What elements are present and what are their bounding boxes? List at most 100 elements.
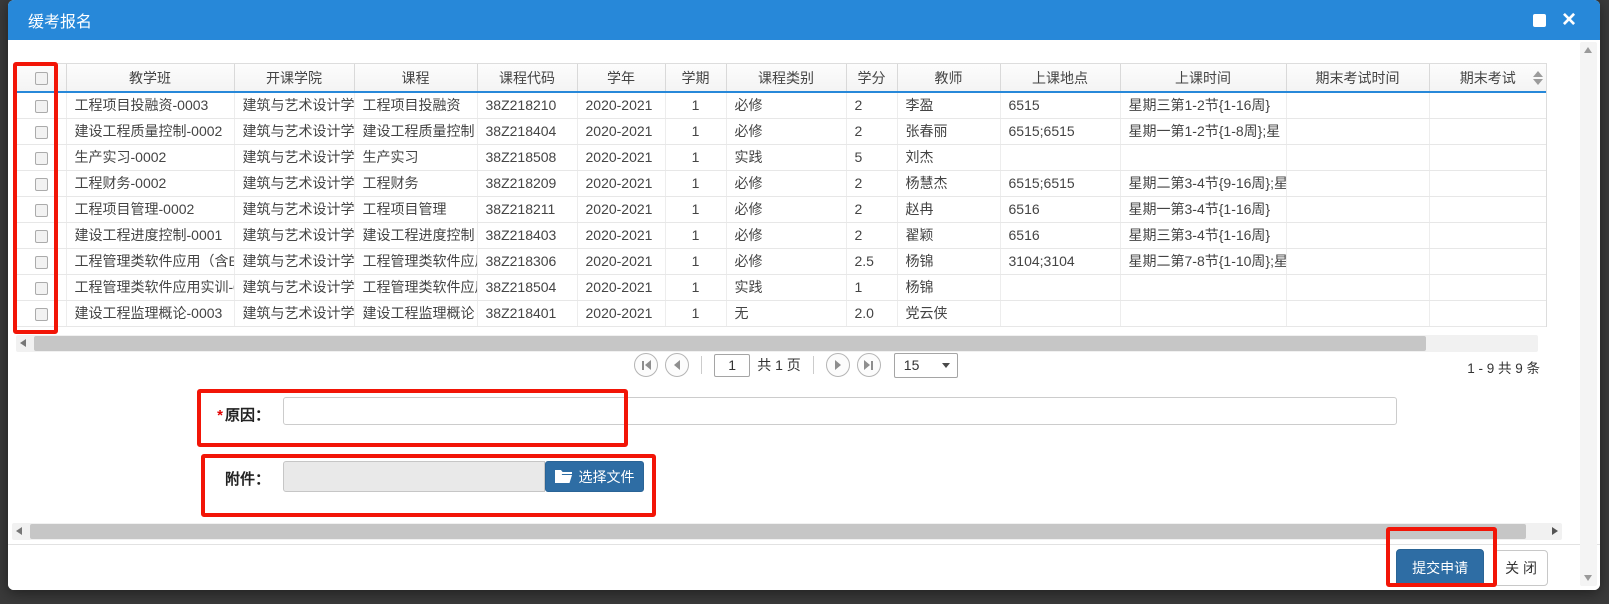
column-header-final_exam_time[interactable]: 期末考试时间: [1286, 64, 1429, 92]
row-checkbox[interactable]: [35, 282, 48, 295]
scroll-left-icon[interactable]: [16, 527, 22, 535]
scroll-down-icon[interactable]: [1584, 575, 1592, 581]
column-header-label: 期末考试: [1460, 70, 1516, 86]
cell-college: 建筑与艺术设计学院: [234, 118, 354, 144]
cell-year: 2020-2021: [577, 170, 665, 196]
sort-carets-icon[interactable]: [1533, 71, 1543, 85]
page-size-select[interactable]: 15: [894, 353, 958, 378]
cell-term: 1: [665, 92, 726, 118]
column-header-course_code[interactable]: 课程代码: [477, 64, 577, 92]
row-checkbox[interactable]: [35, 308, 48, 321]
cell-term: 1: [665, 248, 726, 274]
column-header-term[interactable]: 学期: [665, 64, 726, 92]
dialog-scrollbar-thumb[interactable]: [30, 524, 1526, 539]
select-all-checkbox[interactable]: [35, 72, 48, 85]
attachment-input[interactable]: [283, 461, 545, 492]
cell-course: 工程财务: [354, 170, 477, 196]
row-select-cell: [17, 92, 66, 118]
cell-final_exam_place: [1429, 300, 1546, 326]
column-header-final_exam_place[interactable]: 期末考试: [1429, 64, 1546, 92]
column-header-college[interactable]: 开课学院: [234, 64, 354, 92]
scroll-right-icon[interactable]: [1552, 527, 1558, 535]
deferred-exam-dialog: 缓考报名 × 教学班 开课学院 课程 课程代码 学年 学期课程类别学分 教师 上课地点上课时间…: [8, 0, 1600, 590]
cell-teacher: 张春丽: [897, 118, 1000, 144]
row-checkbox[interactable]: [35, 204, 48, 217]
cell-term: 1: [665, 196, 726, 222]
dropdown-arrow-icon: [942, 363, 950, 368]
table-row: 建设工程质量控制-0002建筑与艺术设计学院建设工程质量控制38Z2184042…: [17, 118, 1546, 144]
scroll-up-icon[interactable]: [1584, 47, 1592, 53]
course-table: 教学班 开课学院 课程 课程代码 学年 学期课程类别学分 教师 上课地点上课时间期末考试时间 期…: [16, 63, 1547, 327]
next-page-button[interactable]: [826, 353, 850, 377]
cell-credit: 2: [846, 118, 897, 144]
cell-final_exam_time: [1286, 170, 1429, 196]
cell-teacher: 李盈: [897, 92, 1000, 118]
dialog-vertical-scrollbar[interactable]: [1580, 42, 1597, 586]
table-row: 工程项目投融资-0003建筑与艺术设计学院工程项目投融资38Z218210202…: [17, 92, 1546, 118]
page-number-input[interactable]: [714, 354, 750, 377]
row-checkbox[interactable]: [35, 126, 48, 139]
table-row: 建设工程监理概论-0003建筑与艺术设计学院建设工程监理概论38Z2184012…: [17, 300, 1546, 326]
row-checkbox[interactable]: [35, 256, 48, 269]
submit-application-button[interactable]: 提交申请: [1396, 549, 1484, 587]
cell-course_type: 无: [726, 300, 846, 326]
cell-final_exam_place: [1429, 248, 1546, 274]
column-header-label: 学年: [607, 70, 635, 86]
cell-time: [1120, 300, 1286, 326]
cell-location: 6516: [1000, 222, 1120, 248]
row-checkbox[interactable]: [35, 230, 48, 243]
row-checkbox[interactable]: [35, 152, 48, 165]
cell-final_exam_place: [1429, 118, 1546, 144]
cell-course_type: 必修: [726, 92, 846, 118]
table-horizontal-scrollbar[interactable]: [16, 335, 1538, 352]
cell-course_type: 必修: [726, 196, 846, 222]
table-scrollbar-thumb[interactable]: [34, 336, 1426, 351]
cell-location: 6515;6515: [1000, 118, 1120, 144]
row-checkbox[interactable]: [35, 100, 48, 113]
table-row: 工程财务-0002建筑与艺术设计学院工程财务38Z2182092020-2021…: [17, 170, 1546, 196]
column-header-course[interactable]: 课程: [354, 64, 477, 92]
choose-file-button[interactable]: 选择文件: [545, 461, 644, 492]
last-page-button[interactable]: [857, 353, 881, 377]
pagination-bar: 共 1 页 15 1 - 9 共 9 条: [16, 351, 1576, 379]
reason-input[interactable]: [283, 397, 1397, 425]
cell-course: 工程项目投融资: [354, 92, 477, 118]
dialog-title: 缓考报名: [28, 8, 92, 32]
column-header-location[interactable]: 上课地点: [1000, 64, 1120, 92]
cell-final_exam_place: [1429, 170, 1546, 196]
column-header-teaching_class[interactable]: 教学班: [66, 64, 234, 92]
row-checkbox[interactable]: [35, 178, 48, 191]
column-header-label: 教师: [935, 70, 963, 86]
cell-time: 星期二第3-4节{9-16周};星: [1120, 170, 1286, 196]
column-header-label: 教学班: [129, 70, 171, 86]
first-page-button[interactable]: [634, 353, 658, 377]
close-dialog-button[interactable]: ×: [1554, 7, 1584, 33]
column-header-credit[interactable]: 学分: [846, 64, 897, 92]
cell-teaching_class: 建设工程监理概论-0003: [66, 300, 234, 326]
cell-final_exam_place: [1429, 92, 1546, 118]
column-header-label: 课程: [402, 70, 430, 86]
cell-course_code: 38Z218210: [477, 92, 577, 118]
cell-course: 建设工程监理概论: [354, 300, 477, 326]
cell-course: 工程管理类软件应用: [354, 248, 477, 274]
last-page-icon: [871, 361, 873, 370]
cell-credit: 1: [846, 274, 897, 300]
cell-course_code: 38Z218403: [477, 222, 577, 248]
dialog-footer: 提交申请 关 闭: [8, 544, 1600, 590]
column-header-time[interactable]: 上课时间: [1120, 64, 1286, 92]
cell-credit: 2.0: [846, 300, 897, 326]
cell-college: 建筑与艺术设计学院: [234, 170, 354, 196]
table-row: 建设工程进度控制-0001建筑与艺术设计学院建设工程进度控制38Z2184032…: [17, 222, 1546, 248]
cell-year: 2020-2021: [577, 92, 665, 118]
dialog-horizontal-scrollbar[interactable]: [12, 523, 1562, 540]
maximize-button[interactable]: [1524, 7, 1554, 33]
cell-college: 建筑与艺术设计学院: [234, 248, 354, 274]
column-header-teacher[interactable]: 教师: [897, 64, 1000, 92]
prev-page-button[interactable]: [665, 353, 689, 377]
scroll-left-icon[interactable]: [20, 339, 26, 347]
cell-teacher: 杨慧杰: [897, 170, 1000, 196]
column-header-course_type[interactable]: 课程类别: [726, 64, 846, 92]
row-select-cell: [17, 300, 66, 326]
column-header-year[interactable]: 学年: [577, 64, 665, 92]
close-button[interactable]: 关 闭: [1494, 550, 1548, 586]
